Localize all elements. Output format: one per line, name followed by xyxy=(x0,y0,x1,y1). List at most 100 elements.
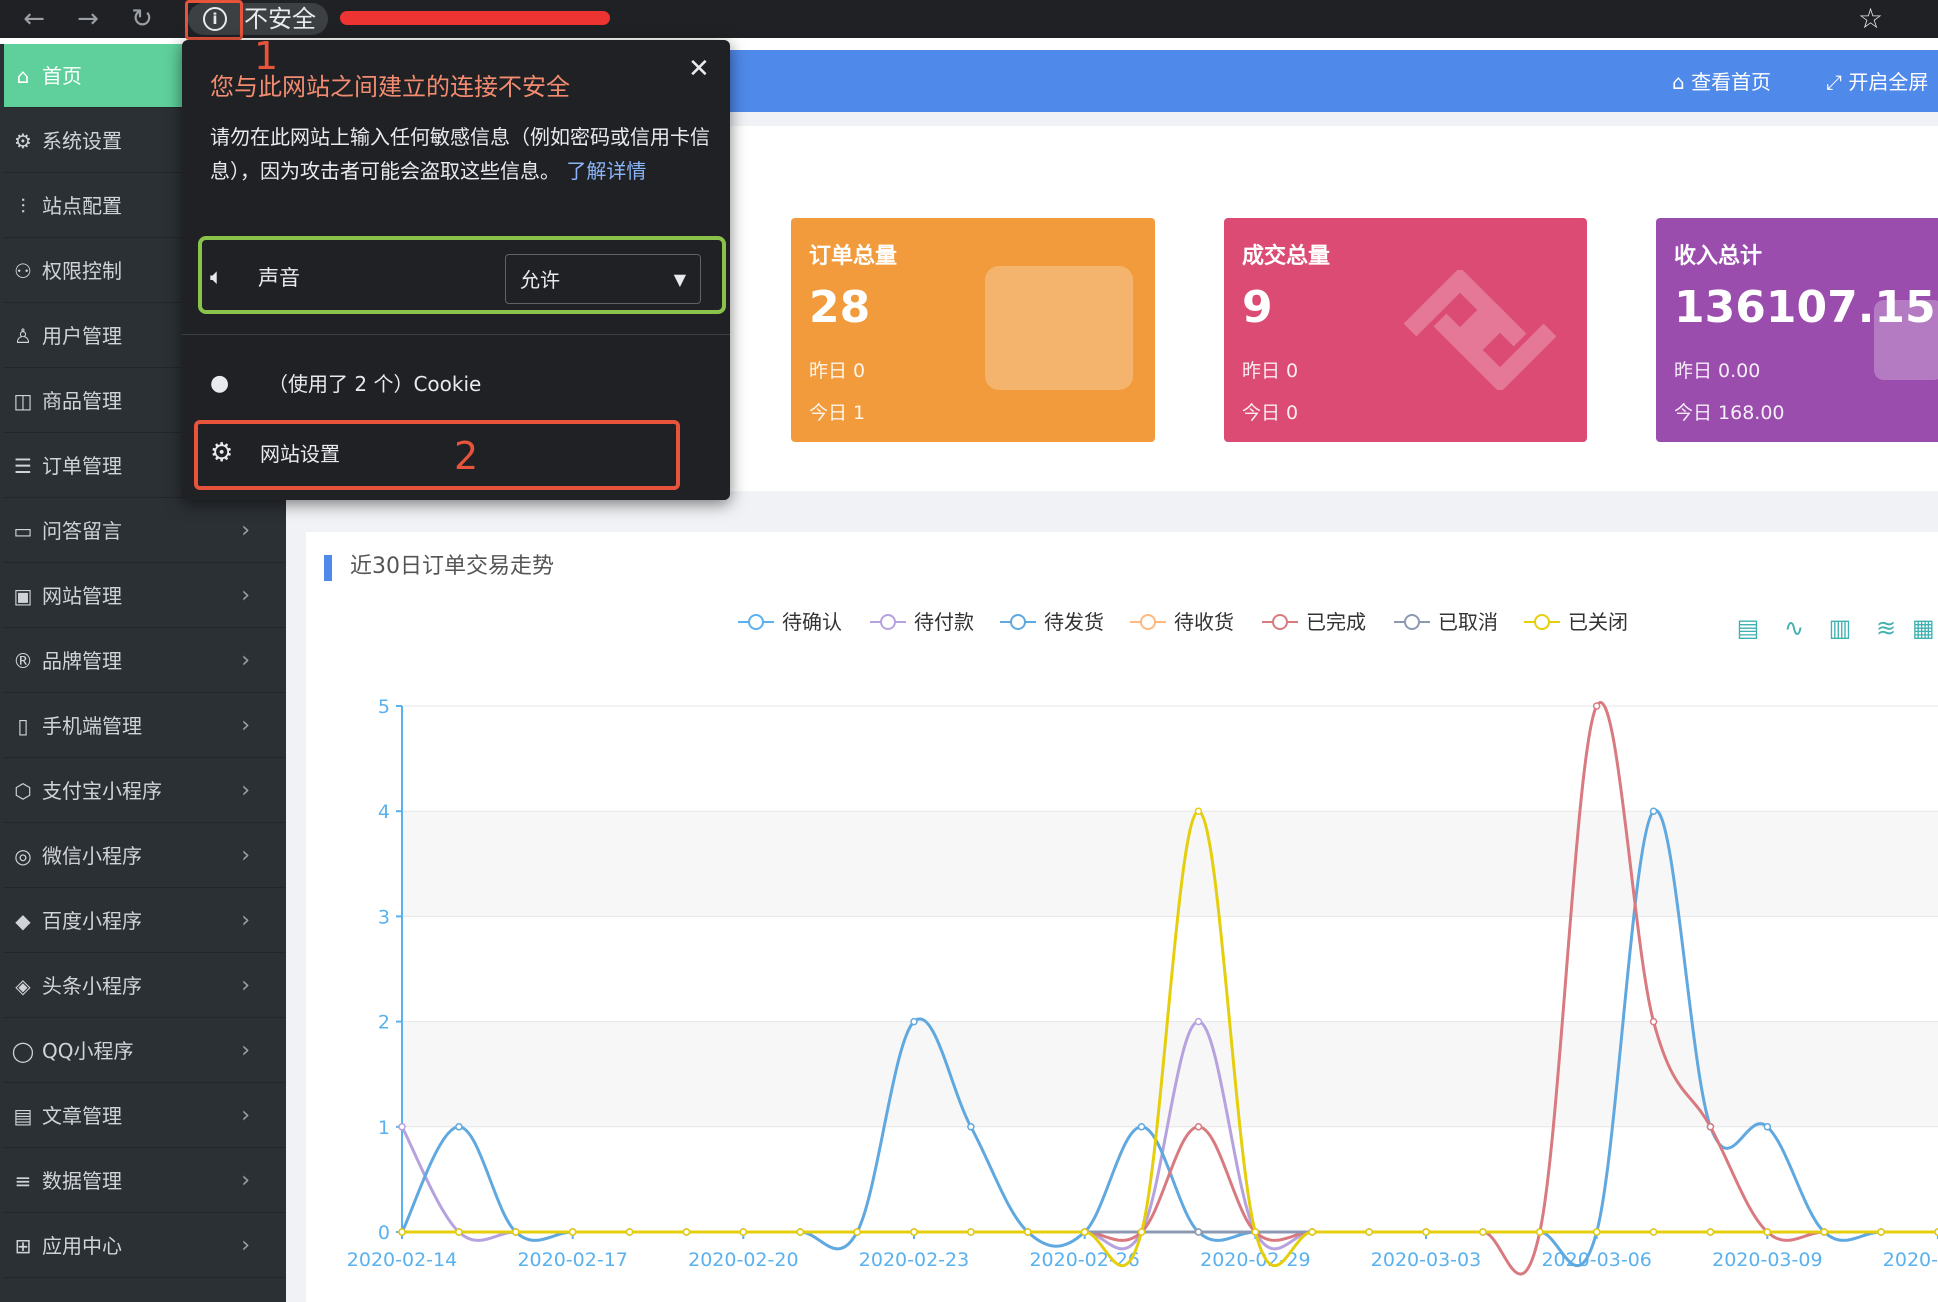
data-point xyxy=(512,1228,520,1236)
chart-title: 近30日订单交易走势 xyxy=(350,554,554,579)
sidebar-item[interactable]: ® 品牌管理 › xyxy=(4,629,286,693)
chevron-right-icon: › xyxy=(241,648,250,673)
sidebar-item-label: 微信小程序 xyxy=(42,844,142,868)
y-tick-label: 0 xyxy=(378,1222,390,1244)
cube-icon: ⬡ xyxy=(14,779,32,803)
fullscreen-link[interactable]: ⤢ 开启全屏 xyxy=(1826,68,1928,96)
legend-label: 待付款 xyxy=(914,610,974,634)
order-list-icon xyxy=(985,266,1133,390)
stack-icon[interactable]: ≋ xyxy=(1872,614,1900,642)
data-point xyxy=(1877,1228,1885,1236)
legend-item[interactable]: 已关闭 xyxy=(1524,608,1628,636)
bookmark-star-icon[interactable]: ☆ xyxy=(1858,2,1883,36)
stat-card-revenue: 收入总计 136107.15 昨日 0.00 今日 168.00 xyxy=(1656,218,1938,442)
expand-icon: ⤢ xyxy=(1826,70,1842,94)
data-point xyxy=(1024,1228,1032,1236)
data-point xyxy=(1137,1228,1146,1236)
qq-icon: ◯ xyxy=(11,1039,35,1063)
data-point xyxy=(1080,1228,1089,1236)
stat-card-deals: 成交总量 9 昨日 0 今日 0 xyxy=(1224,218,1587,442)
data-point xyxy=(1194,1017,1203,1026)
chart-title-accent xyxy=(324,555,332,581)
data-point xyxy=(455,1123,463,1131)
chevron-right-icon: › xyxy=(241,1168,250,1193)
cookie-icon: ● xyxy=(210,371,230,396)
x-tick-label: 2020-02-23 xyxy=(859,1249,969,1271)
chevron-right-icon: › xyxy=(241,778,250,803)
legend-marker xyxy=(870,608,906,636)
sidebar-item[interactable]: ◆ 百度小程序 › xyxy=(4,889,286,953)
sidebar-item-label: 权限控制 xyxy=(42,259,122,283)
data-point xyxy=(1649,1228,1658,1236)
sidebar-item[interactable]: ▤ 文章管理 › xyxy=(4,1084,286,1148)
legend-item[interactable]: 待收货 xyxy=(1130,608,1234,636)
data-view-icon[interactable]: ▤ xyxy=(1734,614,1762,642)
data-point xyxy=(910,1228,918,1236)
sidebar-item-label: 文章管理 xyxy=(42,1104,122,1128)
sidebar-item-label: QQ小程序 xyxy=(42,1039,134,1063)
legend-item[interactable]: 待确认 xyxy=(738,608,842,636)
legend-marker xyxy=(1262,608,1298,636)
forward-icon[interactable]: → xyxy=(70,4,106,34)
x-tick-label: 2020-02-17 xyxy=(517,1249,627,1271)
view-home-link[interactable]: ⌂ 查看首页 xyxy=(1672,68,1771,96)
sidebar-item-label: 商品管理 xyxy=(42,389,122,413)
popup-description: 请勿在此网站上输入任何敏感信息（例如密码或信用卡信息），因为攻击者可能会盗取这些… xyxy=(210,125,710,183)
data-point xyxy=(1194,1123,1203,1131)
data-point xyxy=(739,1228,748,1236)
sidebar-item[interactable]: ◈ 头条小程序 › xyxy=(4,954,286,1018)
tiled-icon[interactable]: ▦ xyxy=(1912,614,1934,642)
line-chart-icon[interactable]: ∿ xyxy=(1780,614,1808,642)
close-icon[interactable]: ✕ xyxy=(688,52,710,86)
home-icon: ⌂ xyxy=(16,64,30,88)
sidebar-item-label: 手机端管理 xyxy=(42,714,142,738)
sidebar-item[interactable]: ▯ 手机端管理 › xyxy=(4,694,286,758)
speaker-icon: 🔈︎ xyxy=(210,265,224,290)
data-point xyxy=(568,1228,577,1236)
stat-yesterday: 昨日 0 xyxy=(1242,360,1299,382)
annotation-number-2: 2 xyxy=(454,434,479,478)
data-point xyxy=(1649,1017,1658,1026)
data-point xyxy=(625,1228,634,1236)
chevron-right-icon: › xyxy=(241,583,250,608)
reload-icon[interactable]: ↻ xyxy=(124,4,160,34)
legend-item[interactable]: 待付款 xyxy=(870,608,974,636)
bag-icon: ◫ xyxy=(13,389,33,413)
sidebar-item[interactable]: ≡ 数据管理 › xyxy=(4,1149,286,1213)
legend-marker xyxy=(1394,608,1430,636)
stat-title: 收入总计 xyxy=(1674,244,1763,269)
not-secure-label[interactable]: 不安全 xyxy=(244,2,316,36)
sidebar-item[interactable]: ◯ QQ小程序 › xyxy=(4,1019,286,1083)
stat-today: 今日 1 xyxy=(809,402,866,424)
sidebar-item[interactable]: ⊞ 应用中心 › xyxy=(4,1214,286,1278)
data-point xyxy=(853,1228,861,1236)
home-icon: ⌂ xyxy=(1672,70,1685,94)
legend-item[interactable]: 待发货 xyxy=(1000,608,1104,636)
chevron-right-icon: › xyxy=(241,908,250,933)
stat-yesterday: 昨日 0 xyxy=(809,360,866,382)
learn-more-link[interactable]: 了解详情 xyxy=(566,159,646,183)
cookie-link[interactable]: （使用了 2 个）Cookie xyxy=(268,370,481,398)
sidebar-item-label: 用户管理 xyxy=(42,324,122,348)
bar-chart-icon[interactable]: ▥ xyxy=(1826,614,1854,642)
sound-label: 声音 xyxy=(258,266,300,290)
x-tick-label: 2020-02-14 xyxy=(347,1249,457,1271)
toutiao-icon: ◈ xyxy=(15,974,31,998)
sound-permission-select[interactable]: 允许 ▼ xyxy=(505,254,701,304)
legend-item[interactable]: 已取消 xyxy=(1394,608,1498,636)
sidebar-item[interactable]: ◎ 微信小程序 › xyxy=(4,824,286,888)
sidebar-item[interactable]: ▭ 问答留言 › xyxy=(4,499,286,563)
chevron-right-icon: › xyxy=(241,518,250,543)
x-tick-label: 2020-03-09 xyxy=(1712,1249,1822,1271)
data-point xyxy=(398,1123,406,1131)
sidebar-item-label: 头条小程序 xyxy=(42,974,142,998)
back-icon[interactable]: ← xyxy=(16,4,52,34)
legend-marker xyxy=(1000,608,1036,636)
legend-item[interactable]: 已完成 xyxy=(1262,608,1366,636)
sidebar-item[interactable]: ⬡ 支付宝小程序 › xyxy=(4,759,286,823)
chevron-right-icon: › xyxy=(241,1233,250,1258)
sidebar-item[interactable]: ▣ 网站管理 › xyxy=(4,564,286,628)
y-tick-label: 3 xyxy=(378,906,390,928)
x-tick-label: 2020-03-03 xyxy=(1371,1249,1481,1271)
data-point xyxy=(1137,1123,1146,1131)
